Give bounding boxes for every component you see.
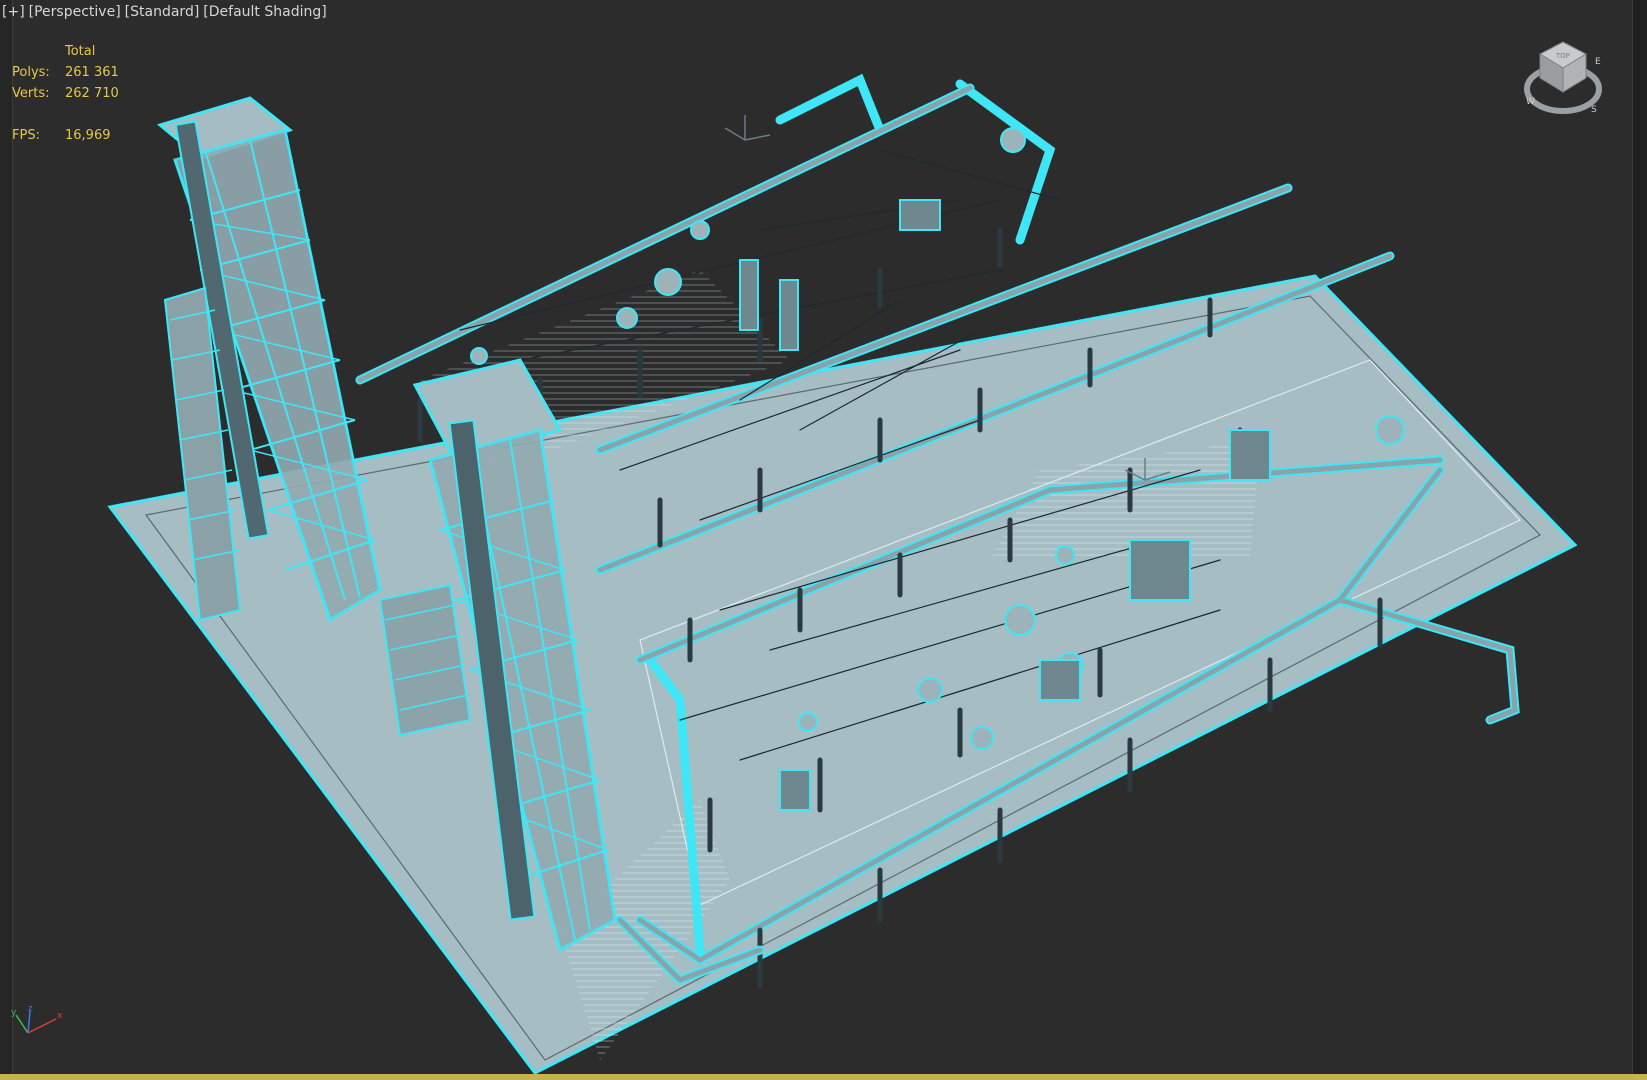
compass-south: S bbox=[1591, 105, 1597, 115]
viewport-shading-menu[interactable]: [Default Shading] bbox=[203, 4, 326, 20]
stats-header: Total bbox=[65, 44, 96, 59]
verts-value: 262 710 bbox=[65, 86, 119, 101]
polys-label: Polys: bbox=[12, 65, 50, 80]
verts-label: Verts: bbox=[12, 86, 50, 101]
viewport-general-menu[interactable]: [+] bbox=[2, 4, 25, 20]
viewport-pov-menu[interactable]: [Perspective] bbox=[29, 4, 121, 20]
fps-label: FPS: bbox=[12, 128, 40, 143]
viewport-label-menu: [+] [Perspective] [Standard] [Default Shadi… bbox=[2, 4, 331, 20]
viewport-perspective[interactable]: [+] [Perspective] [Standard] [Default Shadi… bbox=[0, 0, 1647, 1080]
axis-z-label: z bbox=[28, 1005, 33, 1014]
viewport-right-edge bbox=[1632, 0, 1647, 1080]
viewport-left-edge bbox=[0, 0, 13, 1080]
axis-x-label: x bbox=[57, 1011, 63, 1021]
viewport-renderer-menu[interactable]: [Standard] bbox=[125, 4, 200, 20]
world-axis-tripod: y z x bbox=[11, 1005, 63, 1034]
compass-east: E bbox=[1595, 57, 1601, 67]
polys-value: 261 361 bbox=[65, 65, 119, 80]
axis-y-label: y bbox=[11, 1008, 17, 1018]
viewcube-face-label: TOP bbox=[1555, 52, 1570, 60]
viewcube-widget[interactable]: TOP W S E bbox=[1518, 34, 1608, 124]
scene-3d-model[interactable] bbox=[0, 0, 1647, 1080]
viewport-active-border bbox=[0, 1074, 1647, 1080]
compass-west: W bbox=[1526, 97, 1535, 107]
fps-value: 16,969 bbox=[65, 128, 111, 143]
